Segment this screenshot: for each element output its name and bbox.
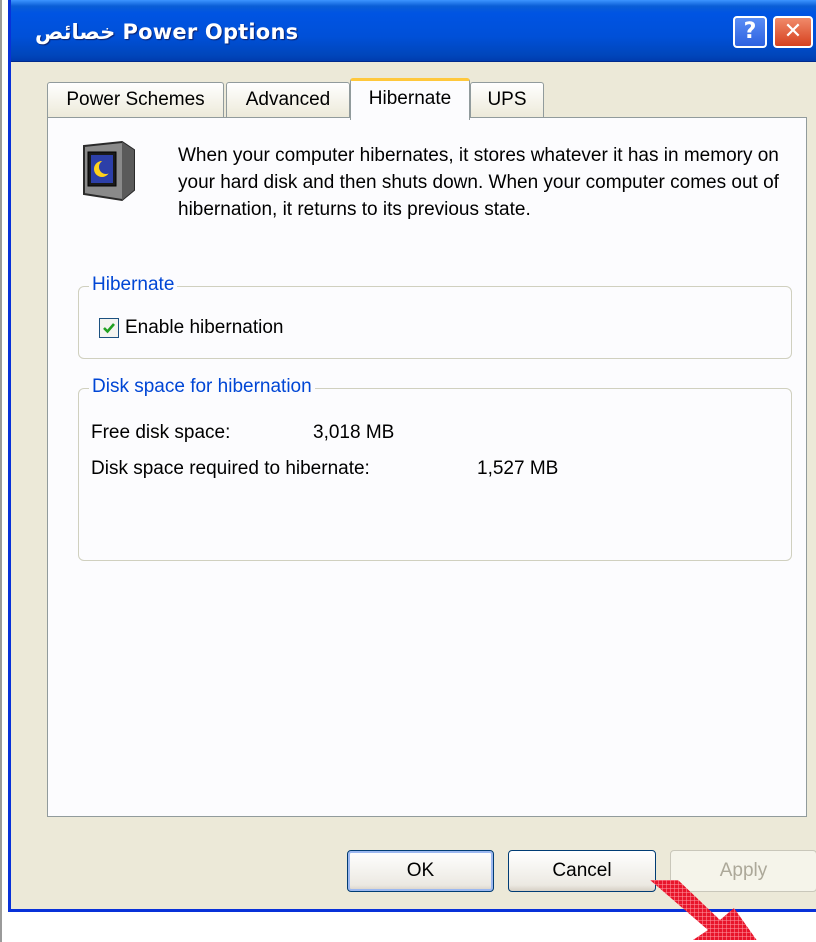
question-mark-icon: ? — [743, 19, 757, 44]
cancel-button[interactable]: Cancel — [508, 850, 656, 892]
free-disk-space-value: 3,018 MB — [313, 422, 395, 443]
tab-advanced[interactable]: Advanced — [226, 82, 350, 118]
hibernate-group: Hibernate Enable hibernation — [78, 274, 792, 359]
hibernate-tab-panel: When your computer hibernates, it stores… — [47, 117, 807, 817]
enable-hibernation-option[interactable]: Enable hibernation — [99, 315, 283, 341]
close-icon: ✕ — [783, 19, 803, 44]
disk-space-group-legend: Disk space for hibernation — [89, 376, 315, 398]
ok-button[interactable]: OK — [347, 850, 494, 892]
required-disk-space-label: Disk space required to hibernate: — [91, 458, 370, 479]
tab-hibernate[interactable]: Hibernate — [350, 78, 470, 120]
power-options-window: خصائص Power Options ? ✕ Power Schemes Ad… — [8, 0, 816, 912]
hibernate-description: When your computer hibernates, it stores… — [178, 145, 779, 220]
required-disk-space-value: 1,527 MB — [477, 458, 559, 479]
page-border — [0, 0, 2, 942]
close-button[interactable]: ✕ — [773, 16, 813, 48]
enable-hibernation-label[interactable]: Enable hibernation — [125, 317, 283, 339]
window-title: خصائص Power Options — [35, 20, 299, 44]
free-disk-space-label: Free disk space: — [91, 422, 231, 443]
decorative-arrow-icon — [650, 880, 757, 940]
hibernate-group-legend: Hibernate — [89, 274, 178, 296]
hibernate-monitor-icon — [76, 140, 142, 204]
enable-hibernation-checkbox[interactable] — [99, 318, 119, 338]
checkmark-icon — [103, 323, 115, 334]
tab-ups[interactable]: UPS — [470, 82, 544, 118]
tab-power-schemes[interactable]: Power Schemes — [47, 82, 224, 118]
help-button[interactable]: ? — [733, 16, 767, 48]
title-bar[interactable]: خصائص Power Options ? ✕ — [11, 0, 816, 62]
disk-space-group: Disk space for hibernation Free disk spa… — [78, 376, 792, 561]
